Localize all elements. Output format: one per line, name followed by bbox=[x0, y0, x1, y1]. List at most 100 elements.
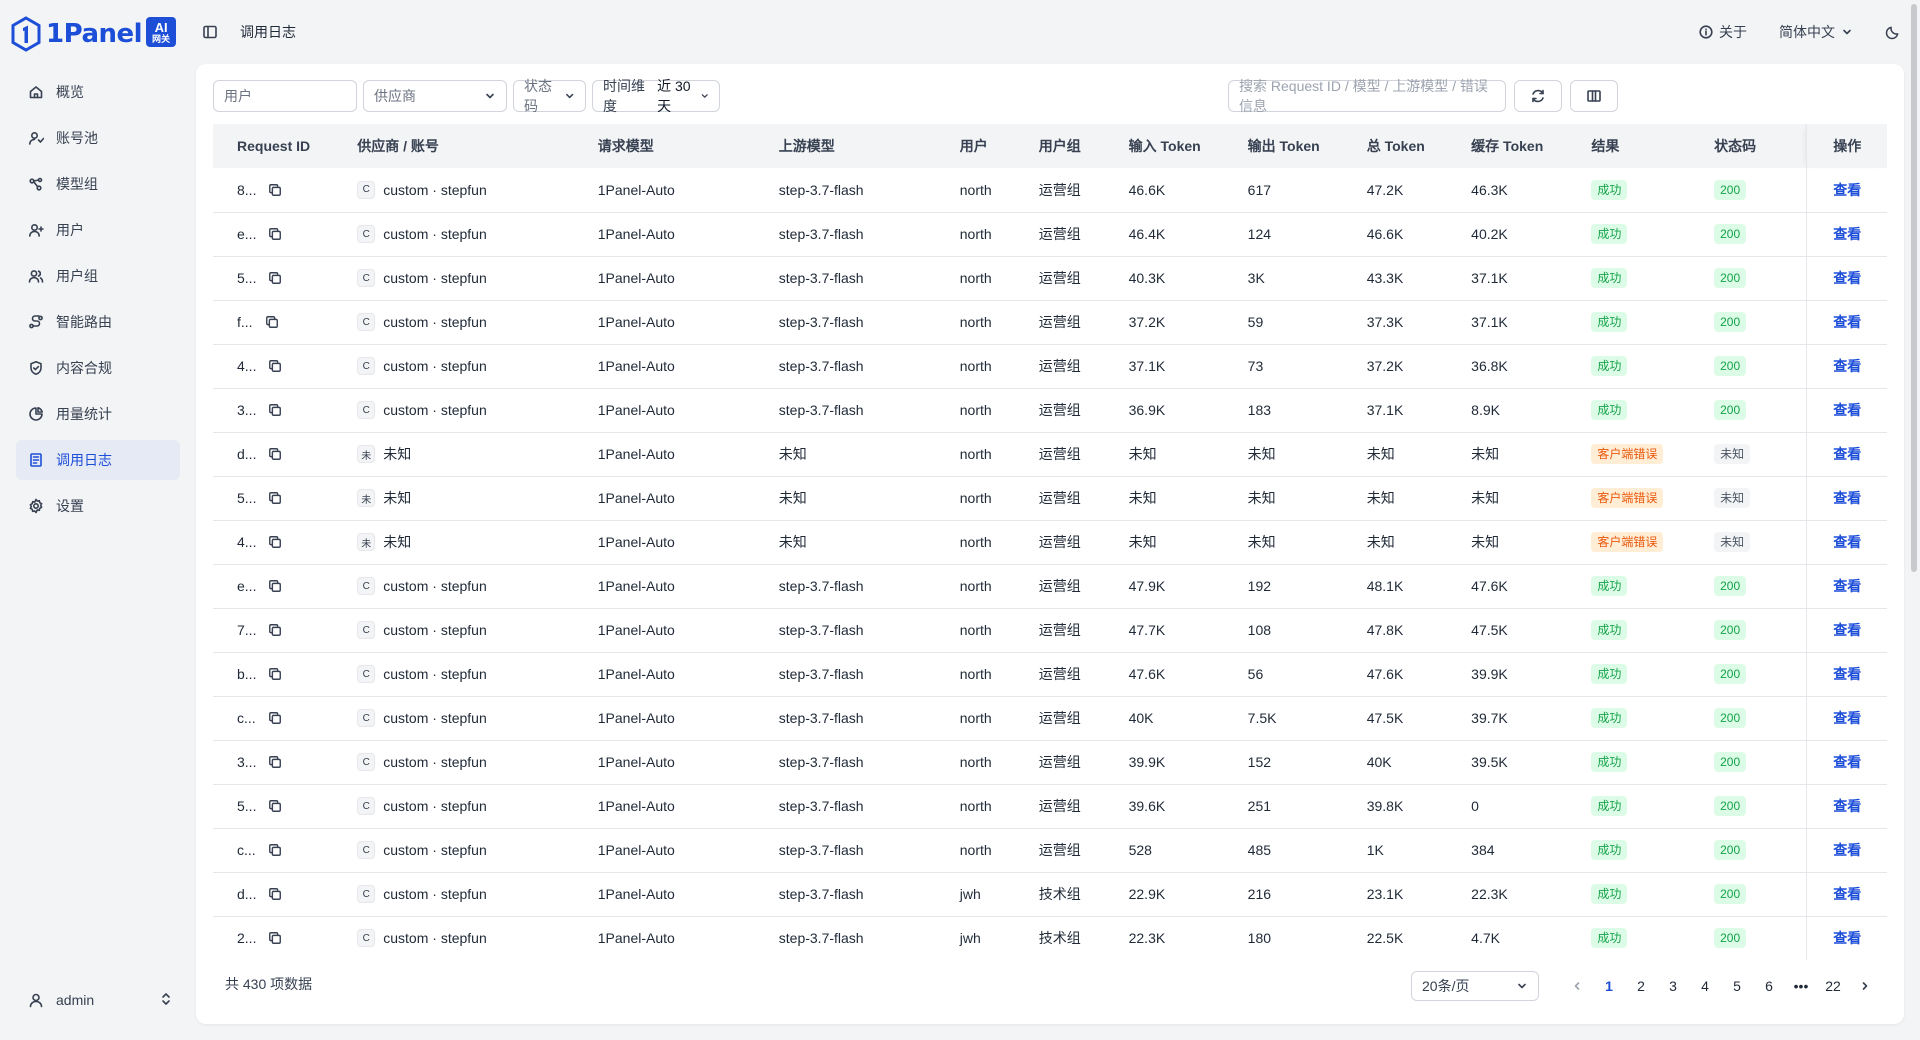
provider-cell: Ccustom · stepfun bbox=[333, 828, 574, 873]
copy-icon[interactable] bbox=[268, 447, 282, 461]
provider-account: 未知 bbox=[383, 534, 412, 550]
language-select[interactable]: 简体中文 bbox=[1779, 22, 1853, 42]
copy-icon[interactable] bbox=[268, 623, 282, 637]
page-number[interactable]: 5 bbox=[1721, 971, 1753, 1001]
copy-icon[interactable] bbox=[268, 799, 282, 813]
input-token: 36.9K bbox=[1104, 388, 1224, 433]
provider-badge: C bbox=[357, 313, 376, 331]
copy-icon[interactable] bbox=[268, 711, 282, 725]
action-cell: 查看 bbox=[1806, 652, 1887, 697]
request-id: 7... bbox=[237, 622, 257, 638]
sidebar-item-6[interactable]: 内容合规 bbox=[16, 348, 180, 388]
view-link[interactable]: 查看 bbox=[1833, 622, 1861, 638]
scrollbar-thumb[interactable] bbox=[1911, 4, 1917, 572]
column-settings-button[interactable] bbox=[1570, 80, 1618, 112]
search-input[interactable]: 搜索 Request ID / 模型 / 上游模型 / 错误信息 bbox=[1228, 78, 1506, 114]
sidebar-item-5[interactable]: 智能路由 bbox=[16, 302, 180, 342]
logo-hexagon-icon bbox=[11, 16, 41, 52]
copy-icon[interactable] bbox=[268, 491, 282, 505]
model-group-icon bbox=[28, 176, 44, 192]
copy-icon[interactable] bbox=[268, 227, 282, 241]
view-link[interactable]: 查看 bbox=[1833, 930, 1861, 946]
page-scrollbar[interactable] bbox=[1908, 0, 1920, 1040]
page-size-select[interactable]: 20条/页 bbox=[1411, 971, 1539, 1001]
copy-icon[interactable] bbox=[268, 887, 282, 901]
status-code-badge: 200 bbox=[1714, 268, 1747, 288]
chevron-down-icon bbox=[486, 93, 494, 99]
page-number[interactable]: 4 bbox=[1689, 971, 1721, 1001]
result-badge: 成功 bbox=[1591, 268, 1628, 288]
prev-page-chevron-left-icon[interactable] bbox=[1561, 971, 1593, 1001]
status-code-filter-select[interactable]: 状态码 bbox=[513, 78, 586, 114]
sidebar-item-0[interactable]: 概览 bbox=[16, 72, 180, 112]
sidebar-item-2[interactable]: 模型组 bbox=[16, 164, 180, 204]
copy-icon[interactable] bbox=[265, 315, 279, 329]
request-id-cell: c... bbox=[213, 828, 334, 873]
sidebar-item-1[interactable]: 账号池 bbox=[16, 118, 180, 158]
request-model: 1Panel-Auto bbox=[573, 740, 755, 785]
copy-icon[interactable] bbox=[268, 931, 282, 945]
copy-icon[interactable] bbox=[268, 535, 282, 549]
copy-icon[interactable] bbox=[268, 403, 282, 417]
view-link[interactable]: 查看 bbox=[1833, 578, 1861, 594]
page-number[interactable]: 6 bbox=[1753, 971, 1785, 1001]
provider-badge: C bbox=[357, 401, 376, 419]
sidebar-toggle-icon[interactable] bbox=[200, 22, 220, 42]
sidebar-item-8[interactable]: 调用日志 bbox=[16, 440, 180, 480]
sidebar-item-4[interactable]: 用户组 bbox=[16, 256, 180, 296]
sidebar-item-7[interactable]: 用量统计 bbox=[16, 394, 180, 434]
copy-icon[interactable] bbox=[268, 579, 282, 593]
page-number[interactable]: 3 bbox=[1657, 971, 1689, 1001]
view-link[interactable]: 查看 bbox=[1833, 886, 1861, 902]
sidebar-item-label: 模型组 bbox=[56, 176, 98, 192]
view-link[interactable]: 查看 bbox=[1833, 358, 1861, 374]
page-number[interactable]: 1 bbox=[1593, 971, 1625, 1001]
refresh-button[interactable] bbox=[1514, 80, 1562, 112]
account-pool-icon bbox=[28, 130, 44, 146]
provider-badge: C bbox=[357, 357, 376, 375]
copy-icon[interactable] bbox=[268, 359, 282, 373]
view-link[interactable]: 查看 bbox=[1833, 446, 1861, 462]
provider-badge: C bbox=[357, 797, 376, 815]
brand-logo[interactable]: 1Panel AI 网关 bbox=[10, 14, 177, 54]
view-link[interactable]: 查看 bbox=[1833, 842, 1861, 858]
time-range-select[interactable]: 时间维度 近 30 天 bbox=[592, 78, 720, 114]
request-id-cell: 5... bbox=[213, 256, 334, 301]
cache-token: 37.1K bbox=[1447, 256, 1568, 301]
view-link[interactable]: 查看 bbox=[1833, 710, 1861, 726]
page-ellipsis[interactable]: ••• bbox=[1785, 971, 1817, 1001]
next-page-chevron-right-icon[interactable] bbox=[1849, 971, 1881, 1001]
view-link[interactable]: 查看 bbox=[1833, 270, 1861, 286]
provider-filter-select[interactable]: 供应商 bbox=[363, 80, 507, 112]
total-token: 1K bbox=[1342, 828, 1448, 873]
provider-cell: Ccustom · stepfun bbox=[333, 784, 574, 829]
result-badge: 客户端错误 bbox=[1591, 488, 1664, 508]
view-link[interactable]: 查看 bbox=[1833, 490, 1861, 506]
total-token: 46.6K bbox=[1342, 212, 1448, 257]
result-cell: 客户端错误 bbox=[1567, 520, 1691, 565]
view-link[interactable]: 查看 bbox=[1833, 402, 1861, 418]
view-link[interactable]: 查看 bbox=[1833, 754, 1861, 770]
page-number[interactable]: 22 bbox=[1817, 971, 1849, 1001]
copy-icon[interactable] bbox=[268, 183, 282, 197]
copy-icon[interactable] bbox=[268, 271, 282, 285]
sidebar-item-9[interactable]: 设置 bbox=[16, 486, 180, 526]
theme-toggle-moon-icon[interactable] bbox=[1885, 25, 1900, 40]
user-group-cell: 运营组 bbox=[1014, 564, 1105, 609]
request-model: 1Panel-Auto bbox=[573, 696, 755, 741]
view-link[interactable]: 查看 bbox=[1833, 666, 1861, 682]
copy-icon[interactable] bbox=[268, 843, 282, 857]
sidebar-item-3[interactable]: 用户 bbox=[16, 210, 180, 250]
input-token: 22.9K bbox=[1104, 872, 1224, 917]
view-link[interactable]: 查看 bbox=[1833, 226, 1861, 242]
copy-icon[interactable] bbox=[268, 667, 282, 681]
view-link[interactable]: 查看 bbox=[1833, 314, 1861, 330]
view-link[interactable]: 查看 bbox=[1833, 798, 1861, 814]
view-link[interactable]: 查看 bbox=[1833, 534, 1861, 550]
view-link[interactable]: 查看 bbox=[1833, 182, 1861, 198]
page-number[interactable]: 2 bbox=[1625, 971, 1657, 1001]
about-link[interactable]: 关于 bbox=[1699, 22, 1747, 42]
user-menu[interactable]: admin bbox=[16, 980, 180, 1020]
user-filter-input[interactable]: 用户 bbox=[213, 80, 357, 112]
copy-icon[interactable] bbox=[268, 755, 282, 769]
